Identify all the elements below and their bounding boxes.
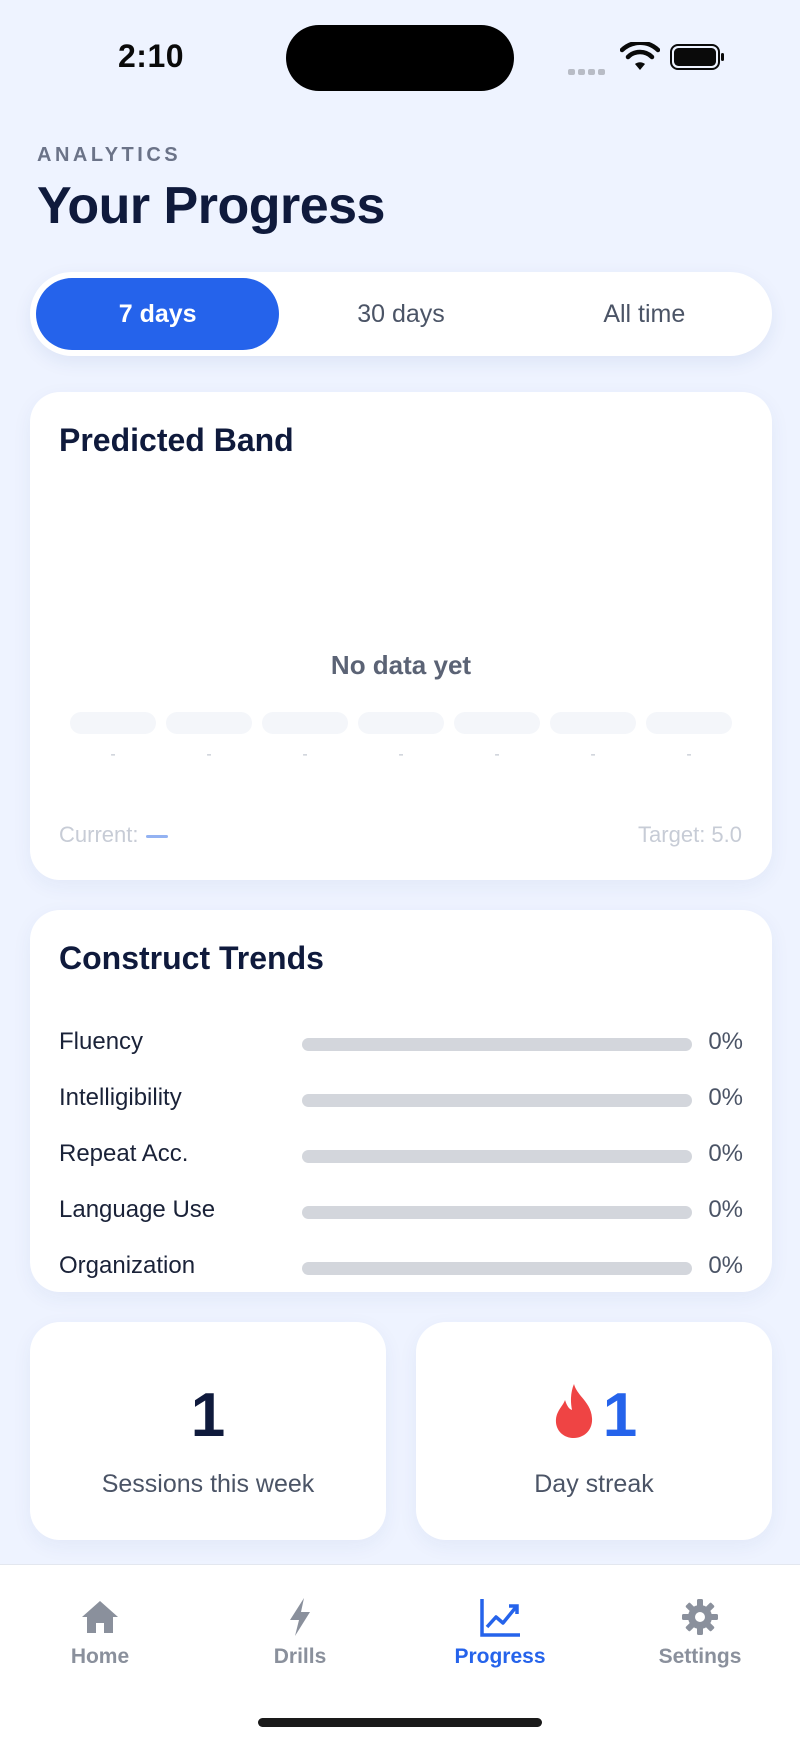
chart-icon	[480, 1599, 520, 1637]
trend-percent: 0%	[708, 1252, 743, 1279]
x-tick-label: -	[398, 746, 404, 763]
construct-trends-card: Construct Trends Fluency 0% Intelligibil…	[30, 910, 772, 1292]
trend-progress-bar	[302, 1206, 692, 1219]
trend-percent: 0%	[708, 1028, 743, 1055]
home-icon	[82, 1601, 118, 1633]
tab-drills[interactable]: Drills	[220, 1595, 380, 1669]
bolt-icon	[290, 1598, 310, 1636]
predicted-band-card: Predicted Band No data yet - - - - - - -…	[30, 392, 772, 880]
range-option-30-days[interactable]: 30 days	[279, 278, 522, 350]
tab-home[interactable]: Home	[20, 1595, 180, 1669]
chart-bar-placeholder	[262, 712, 348, 734]
tab-settings[interactable]: Settings	[620, 1595, 780, 1669]
streak-stat-card: 1 Day streak	[416, 1322, 772, 1540]
x-tick-label: -	[110, 746, 116, 763]
current-band-label: Current:	[59, 822, 139, 847]
trend-row-organization: Organization 0%	[59, 1250, 743, 1284]
trend-progress-bar	[302, 1150, 692, 1163]
trend-percent: 0%	[708, 1084, 743, 1111]
current-band: Current:	[59, 822, 169, 848]
trend-progress-bar	[302, 1262, 692, 1275]
tab-label: Settings	[658, 1645, 742, 1668]
range-option-all-time[interactable]: All time	[523, 278, 766, 350]
page-title: Your Progress	[37, 177, 385, 235]
streak-count: 1	[602, 1381, 638, 1450]
range-selector: 7 days 30 days All time	[30, 272, 772, 356]
sessions-stat-card: 1 Sessions this week	[30, 1322, 386, 1540]
wifi-icon	[620, 42, 660, 70]
trend-label: Organization	[59, 1252, 196, 1279]
sessions-label: Sessions this week	[101, 1470, 315, 1498]
empty-state-message: No data yet	[330, 650, 472, 680]
tab-label: Progress	[454, 1645, 546, 1668]
trend-row-language-use: Language Use 0%	[59, 1194, 743, 1228]
card-title: Predicted Band	[59, 422, 294, 458]
gear-icon	[682, 1599, 718, 1635]
trend-percent: 0%	[708, 1140, 743, 1167]
band-chart-bars	[70, 712, 732, 734]
x-tick-label: -	[686, 746, 692, 763]
tab-bar: Home Drills Progress Settings	[0, 1564, 800, 1740]
band-chart-ticks: - - - - - - -	[70, 746, 732, 764]
trend-progress-bar	[302, 1038, 692, 1051]
chart-bar-placeholder	[646, 712, 732, 734]
current-band-empty-dash	[146, 834, 169, 838]
trend-label: Repeat Acc.	[59, 1140, 189, 1167]
trend-row-intelligibility: Intelligibility 0%	[59, 1082, 743, 1116]
x-tick-label: -	[302, 746, 308, 763]
trend-label: Fluency	[59, 1028, 144, 1055]
trend-label: Intelligibility	[59, 1084, 182, 1111]
section-eyebrow: ANALYTICS	[37, 144, 182, 166]
x-tick-label: -	[590, 746, 596, 763]
home-indicator	[258, 1718, 542, 1727]
tab-label: Home	[70, 1645, 130, 1668]
trend-row-repeat-accuracy: Repeat Acc. 0%	[59, 1138, 743, 1172]
status-time: 2:10	[118, 38, 185, 74]
chart-bar-placeholder	[358, 712, 444, 734]
cellular-signal-icon	[568, 62, 608, 80]
trend-progress-bar	[302, 1094, 692, 1107]
trend-label: Language Use	[59, 1196, 216, 1223]
chart-bar-placeholder	[454, 712, 540, 734]
trend-row-fluency: Fluency 0%	[59, 1026, 743, 1060]
trend-percent: 0%	[708, 1196, 743, 1223]
target-band-label: Target: 5.0	[638, 822, 742, 847]
flame-icon	[555, 1384, 592, 1438]
x-tick-label: -	[206, 746, 212, 763]
range-option-7-days[interactable]: 7 days	[36, 278, 280, 350]
chart-bar-placeholder	[550, 712, 636, 734]
card-title: Construct Trends	[59, 940, 324, 976]
battery-icon	[670, 44, 724, 70]
x-tick-label: -	[494, 746, 500, 763]
tab-label: Drills	[273, 1645, 327, 1668]
tab-progress[interactable]: Progress	[420, 1595, 580, 1669]
streak-label: Day streak	[534, 1470, 654, 1498]
chart-bar-placeholder	[70, 712, 156, 734]
dynamic-island	[286, 25, 514, 91]
chart-bar-placeholder	[166, 712, 252, 734]
status-bar: 2:10	[0, 0, 800, 110]
sessions-count: 1	[190, 1381, 226, 1450]
